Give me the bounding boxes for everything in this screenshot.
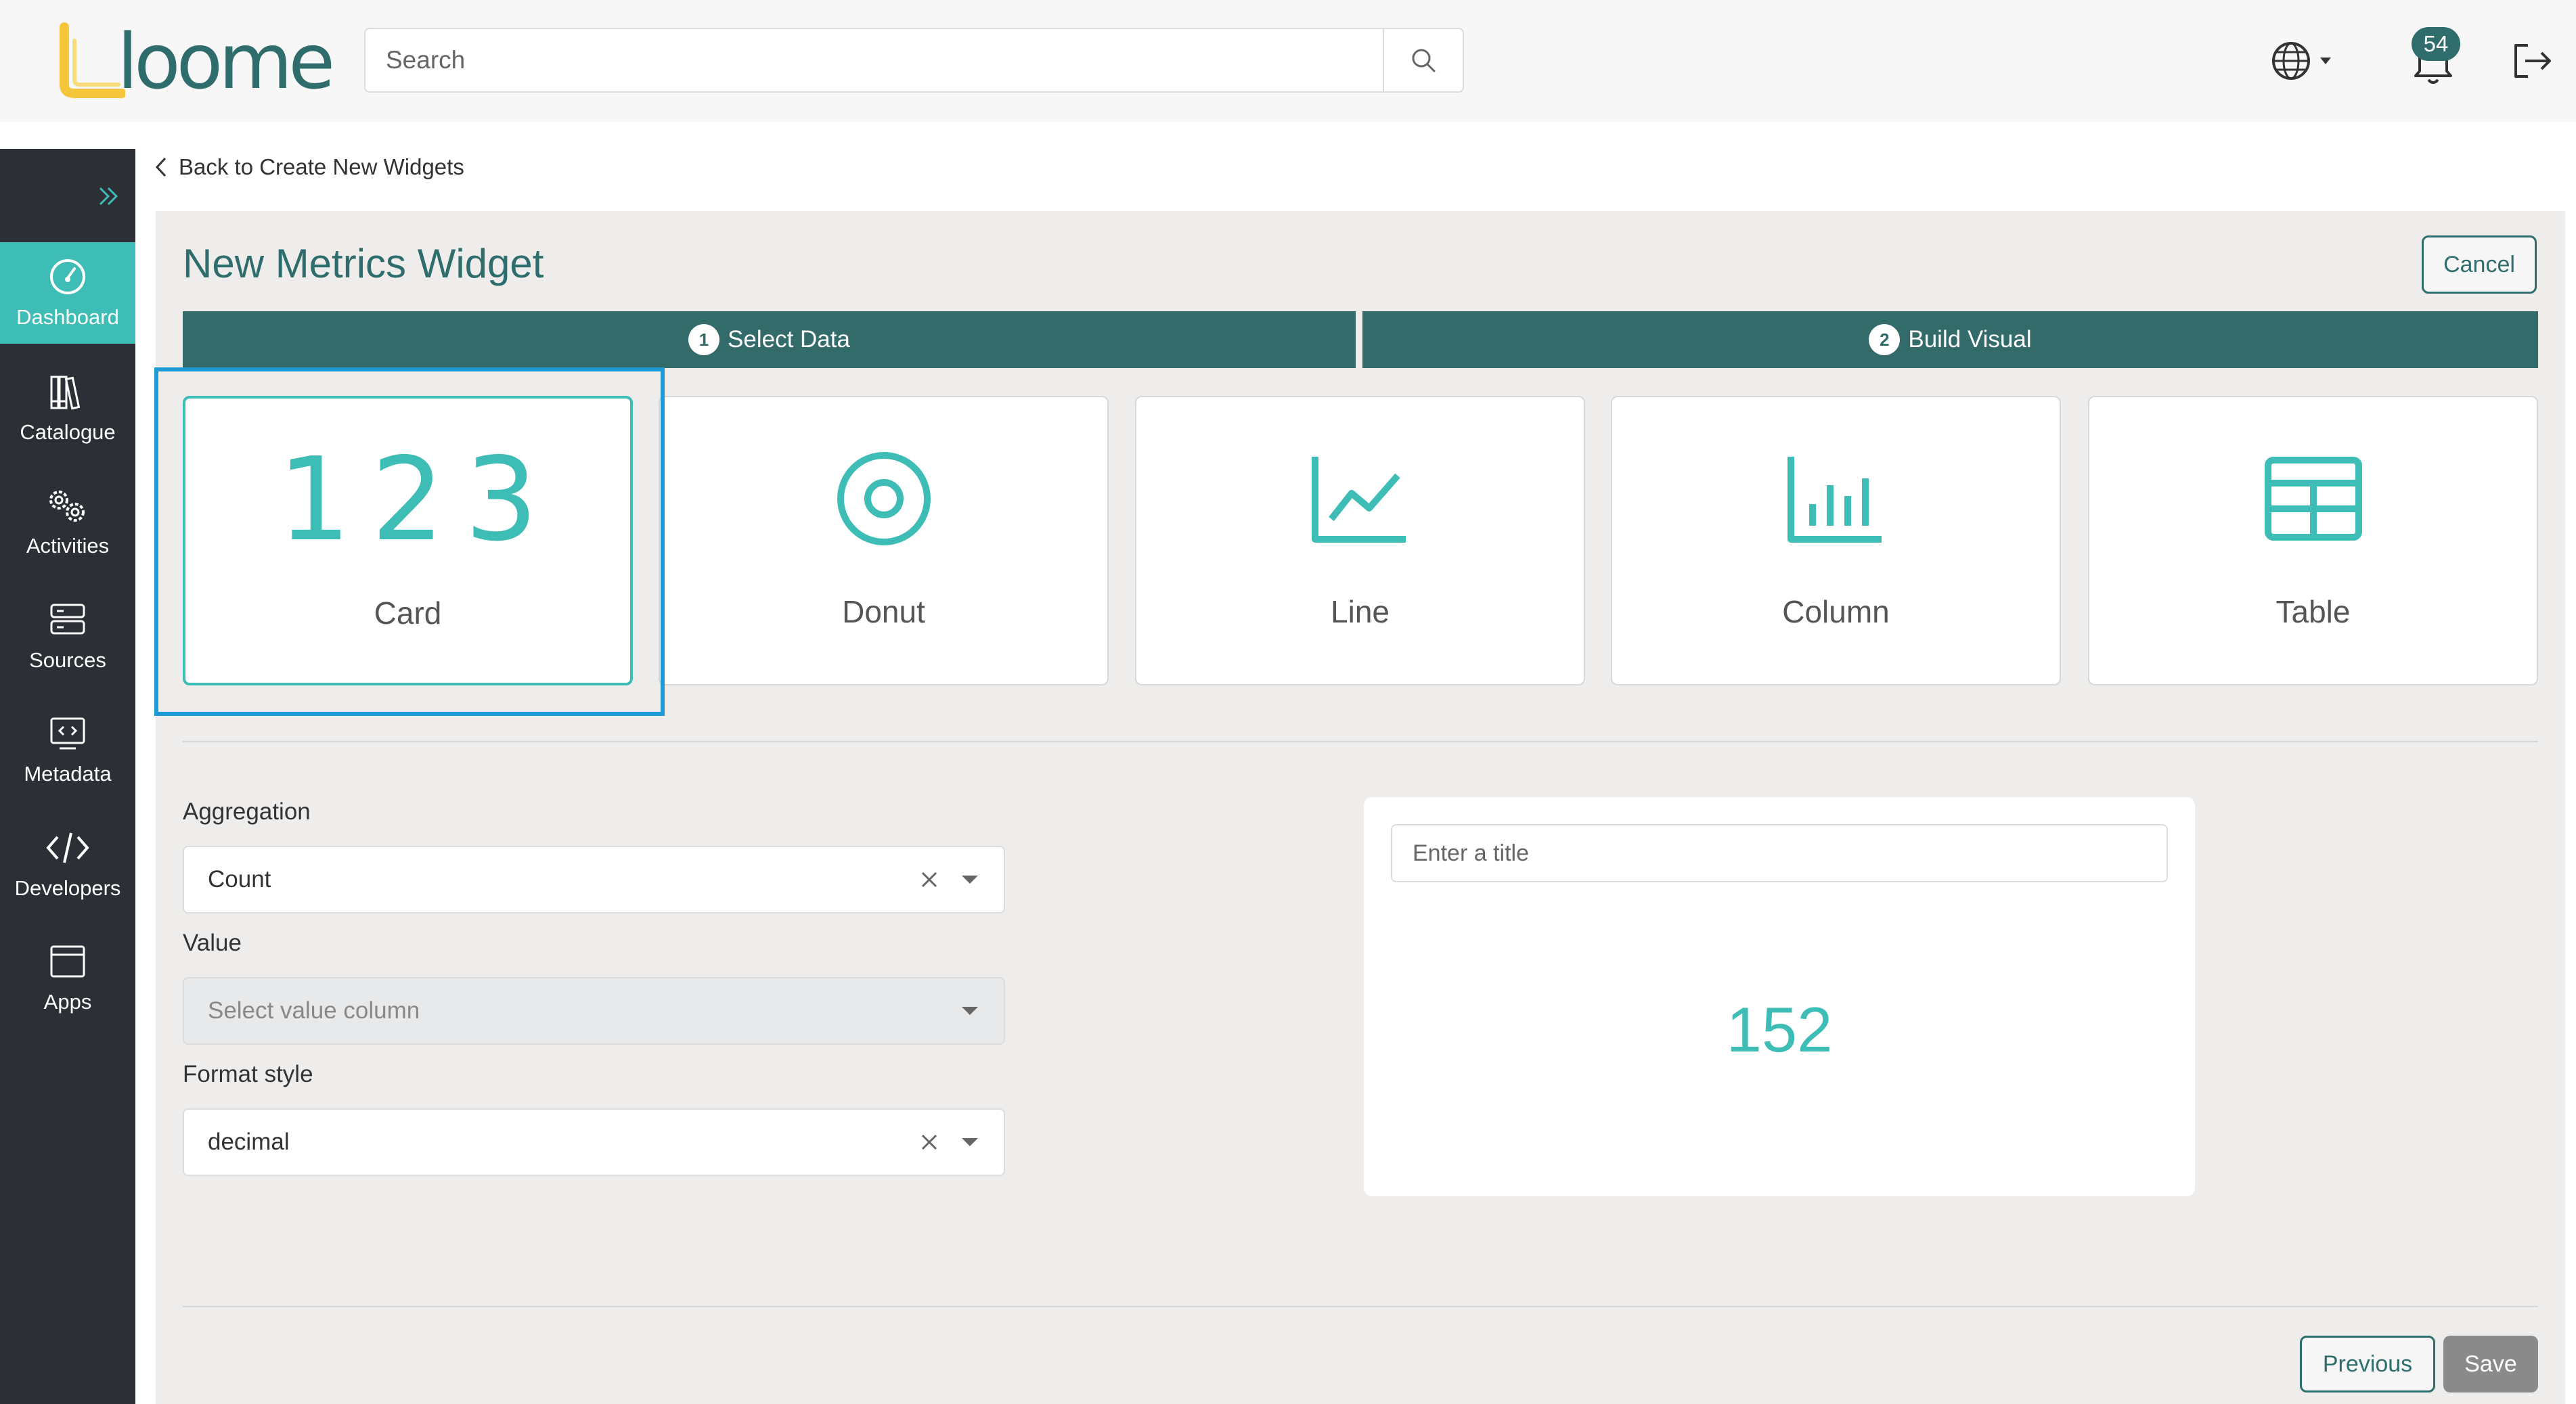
- window-icon: [50, 945, 85, 978]
- sidebar-item-label: Apps: [43, 990, 92, 1014]
- selection-highlight: [154, 367, 665, 716]
- double-chevron-right-icon: [99, 187, 118, 206]
- tile-icon-wrap: [660, 445, 1107, 553]
- widget-type-label: Table: [2275, 594, 2351, 629]
- previous-button[interactable]: Previous: [2300, 1336, 2435, 1392]
- dashboard-gauge-icon: [50, 259, 85, 294]
- widget-type-table[interactable]: Table: [2088, 396, 2538, 685]
- step-select-data[interactable]: 1 Select Data: [183, 311, 1356, 368]
- sidebar-item-catalogue[interactable]: Catalogue: [0, 357, 135, 459]
- widget-type-label: Column: [1782, 594, 1890, 629]
- search-input[interactable]: [365, 29, 1384, 91]
- search-icon: [1412, 49, 1436, 72]
- aggregation-select[interactable]: Count: [183, 846, 1005, 913]
- search-button[interactable]: [1383, 29, 1463, 91]
- widget-type-column[interactable]: Column: [1611, 396, 2061, 685]
- logout-button[interactable]: [2504, 35, 2558, 87]
- language-menu-button[interactable]: [2267, 37, 2335, 85]
- back-link-label: Back to Create New Widgets: [179, 154, 464, 179]
- search-box: [364, 28, 1464, 93]
- format-style-select[interactable]: decimal: [183, 1108, 1005, 1176]
- save-button[interactable]: Save: [2443, 1336, 2538, 1392]
- sidebar-item-label: Dashboard: [16, 305, 119, 329]
- format-style-label: Format style: [183, 1061, 313, 1087]
- sidebar-item-label: Metadata: [24, 762, 112, 786]
- caret-down-icon: [962, 876, 978, 884]
- step-number: 2: [1869, 324, 1901, 355]
- value-label: Value: [183, 930, 242, 956]
- top-header: loome 54: [0, 0, 2576, 122]
- sidebar-item-dashboard[interactable]: Dashboard: [0, 242, 135, 344]
- metric-value: 152: [1726, 994, 1833, 1065]
- aggregation-label: Aggregation: [183, 798, 311, 825]
- widget-preview: 152: [1364, 797, 2195, 1196]
- back-link[interactable]: Back to Create New Widgets: [154, 150, 464, 184]
- chevron-left-icon: [155, 157, 166, 177]
- sidebar-toggle-button[interactable]: [88, 176, 129, 217]
- close-icon: [921, 871, 937, 888]
- clear-format-style-button[interactable]: [916, 1129, 943, 1156]
- cancel-button[interactable]: Cancel: [2422, 235, 2537, 294]
- aggregation-dropdown-toggle[interactable]: [956, 866, 983, 893]
- widget-type-donut[interactable]: Donut: [659, 396, 1109, 685]
- logout-icon: [2514, 44, 2551, 78]
- sidebar-item-developers[interactable]: Developers: [0, 813, 135, 915]
- value-dropdown-toggle[interactable]: [956, 997, 983, 1024]
- footer-divider: [183, 1306, 2538, 1307]
- step-build-visual[interactable]: 2 Build Visual: [1362, 311, 2538, 368]
- widget-type-label: Donut: [842, 594, 925, 629]
- donut-icon: [837, 452, 931, 545]
- close-icon: [921, 1134, 937, 1150]
- sidebar-item-label: Catalogue: [20, 420, 116, 444]
- value-column-select[interactable]: Select value column: [183, 977, 1005, 1045]
- logo-mark-icon: [60, 22, 127, 98]
- tile-icon-wrap: [1136, 445, 1584, 553]
- table-icon: [2264, 457, 2362, 541]
- loome-logo[interactable]: loome: [58, 20, 342, 101]
- format-style-value: decimal: [208, 1129, 290, 1155]
- sidebar-item-label: Developers: [14, 876, 121, 900]
- notification-count-badge: 54: [2412, 27, 2460, 61]
- step-number: 1: [688, 324, 720, 355]
- line-chart-icon: [1311, 457, 1406, 543]
- aggregation-value: Count: [208, 866, 271, 892]
- widget-title-input[interactable]: [1391, 824, 2168, 882]
- globe-icon: [2272, 42, 2331, 80]
- caret-down-icon: [962, 1007, 978, 1015]
- sidebar-item-label: Activities: [26, 534, 110, 558]
- format-style-dropdown-toggle[interactable]: [956, 1129, 983, 1156]
- page-title: New Metrics Widget: [183, 241, 544, 286]
- sidebar-item-metadata[interactable]: Metadata: [0, 699, 135, 800]
- section-divider: [183, 741, 2538, 742]
- logo-wordmark: loome: [117, 18, 335, 106]
- column-chart-icon: [1787, 457, 1882, 543]
- widget-type-label: Line: [1331, 594, 1390, 629]
- sidebar-item-apps[interactable]: Apps: [0, 927, 135, 1028]
- books-icon: [50, 376, 81, 410]
- code-screen-icon: [50, 717, 85, 750]
- caret-down-icon: [962, 1138, 978, 1146]
- code-brackets-icon: [46, 832, 89, 863]
- value-column-placeholder: Select value column: [208, 997, 420, 1024]
- step-label: Select Data: [728, 326, 850, 353]
- tile-icon-wrap: [1612, 445, 2060, 553]
- server-icon: [50, 604, 85, 635]
- sidebar-item-label: Sources: [29, 648, 106, 672]
- sidebar-item-activities[interactable]: Activities: [0, 471, 135, 572]
- step-label: Build Visual: [1908, 326, 2032, 353]
- tile-icon-wrap: [2089, 445, 2537, 553]
- widget-type-line[interactable]: Line: [1135, 396, 1585, 685]
- gears-icon: [49, 491, 85, 522]
- clear-aggregation-button[interactable]: [916, 866, 943, 893]
- sidebar: Dashboard Catalogue Activities Sources M…: [0, 149, 135, 1404]
- sidebar-item-sources[interactable]: Sources: [0, 585, 135, 687]
